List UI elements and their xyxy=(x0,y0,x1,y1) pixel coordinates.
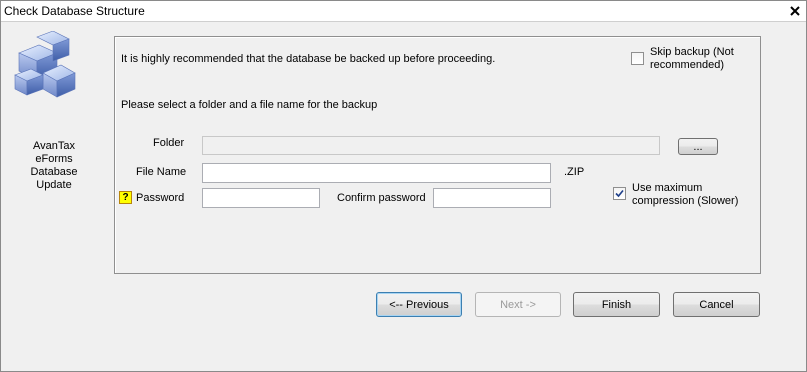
skip-backup-checkbox[interactable] xyxy=(631,52,644,65)
window-title: Check Database Structure xyxy=(4,4,145,18)
cancel-button[interactable]: Cancel xyxy=(673,292,760,317)
skip-backup-label: Skip backup (Not recommended) xyxy=(650,46,734,72)
recommend-text: It is highly recommended that the databa… xyxy=(121,53,496,65)
file-name-label: File Name xyxy=(136,166,187,178)
zip-extension-label: .ZIP xyxy=(564,166,585,178)
skip-backup-label-line: Skip backup (Not xyxy=(650,46,734,58)
browse-folder-button[interactable]: ... xyxy=(678,138,718,155)
password-label: Password xyxy=(136,192,185,204)
folder-label: Folder xyxy=(153,137,185,149)
product-label-line: eForms xyxy=(35,153,73,165)
next-button[interactable]: Next -> xyxy=(475,292,561,317)
file-name-input[interactable] xyxy=(202,163,551,183)
folder-field[interactable] xyxy=(202,136,660,155)
title-bar[interactable]: Check Database Structure xyxy=(1,1,806,22)
max-compression-label-line: compression (Slower) xyxy=(632,195,739,207)
previous-button[interactable]: <-- Previous xyxy=(376,292,462,317)
product-label-line: AvanTax xyxy=(33,140,75,152)
dialog-window: Check Database Structure AvanTax eForms … xyxy=(0,0,807,372)
max-compression-label: Use maximum compression (Slower) xyxy=(632,182,738,208)
max-compression-label-line: Use maximum xyxy=(632,182,703,194)
password-input[interactable] xyxy=(202,188,320,208)
product-label: AvanTax eForms Database Update xyxy=(21,140,87,192)
skip-backup-label-line: recommended) xyxy=(650,59,724,71)
database-cubes-icon xyxy=(13,30,77,101)
close-icon[interactable] xyxy=(788,4,802,18)
confirm-password-label: Confirm password xyxy=(337,192,426,204)
max-compression-checkbox[interactable] xyxy=(613,187,626,200)
product-label-line: Update xyxy=(36,179,72,191)
select-folder-text: Please select a folder and a file name f… xyxy=(121,99,378,111)
confirm-password-input[interactable] xyxy=(433,188,551,208)
checkmark-icon xyxy=(615,189,624,198)
product-label-line: Database xyxy=(30,166,78,178)
finish-button[interactable]: Finish xyxy=(573,292,660,317)
password-help-icon[interactable]: ? xyxy=(119,191,132,204)
